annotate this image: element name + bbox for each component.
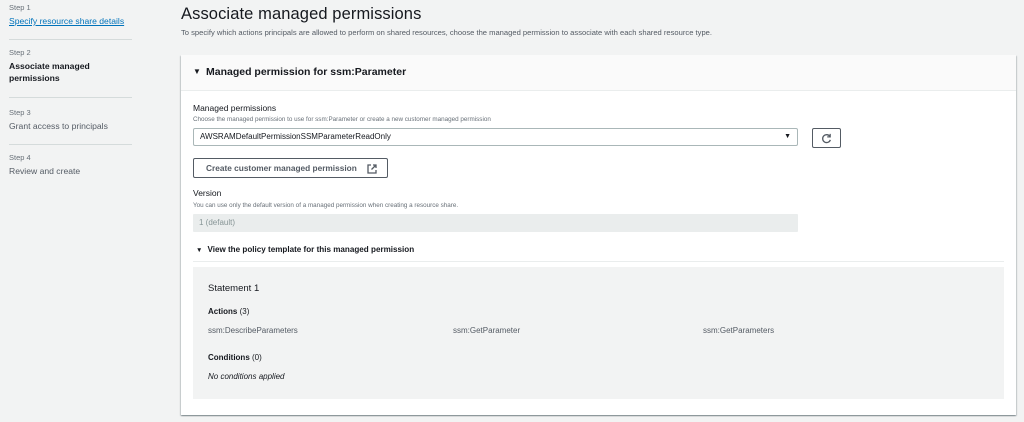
conditions-label: Conditions [208,353,250,362]
step-title-line: Associate managed [9,61,90,71]
page-description: To specify which actions principals are … [181,28,712,37]
step-title: Grant access to principals [9,121,108,131]
action-item: ssm:GetParameter [453,326,521,335]
actions-heading: Actions (3) [208,307,249,316]
caret-down-icon: ▼ [784,133,791,140]
wizard-steps-nav: Step 1 Specify resource share details St… [0,0,160,422]
managed-permission-panel: ▼ Managed permission for ssm:Parameter M… [181,55,1016,415]
step-number: Step 4 [9,153,31,162]
external-link-icon [367,164,377,174]
conditions-count: (0) [252,353,262,362]
version-value: 1 (default) [199,218,236,227]
conditions-empty-text: No conditions applied [208,372,285,381]
divider [193,261,1004,262]
policy-statement: Statement 1 Actions (3) ssm:DescribePara… [193,267,1004,399]
caret-down-icon: ▼ [193,67,201,76]
step-title-line: permissions [9,73,60,83]
managed-permissions-label: Managed permissions [193,103,277,113]
step-link-specify-details[interactable]: Specify resource share details [9,15,132,27]
step-current-title: Associate managed permissions [9,60,132,84]
refresh-button[interactable] [812,128,841,148]
step-number: Step 3 [9,108,31,117]
refresh-icon [822,133,831,143]
create-button-label: Create customer managed permission [206,163,357,173]
step-title: Review and create [9,166,81,176]
selected-permission: AWSRAMDefaultPermissionSSMParameterReadO… [200,132,391,141]
statement-title: Statement 1 [208,283,260,294]
managed-permission-select[interactable]: AWSRAMDefaultPermissionSSMParameterReadO… [193,128,798,146]
wizard-step-4: Step 4 Review and create [9,153,132,177]
panel-header[interactable]: ▼ Managed permission for ssm:Parameter [181,55,1016,91]
create-customer-managed-permission-button[interactable]: Create customer managed permission [193,158,388,178]
wizard-step-3: Step 3 Grant access to principals [9,108,132,132]
policy-toggle-label: View the policy template for this manage… [207,245,415,254]
actions-count: (3) [239,307,250,316]
action-item: ssm:GetParameters [703,326,775,335]
panel-title: Managed permission for ssm:Parameter [206,66,407,78]
wizard-step-1: Step 1 Specify resource share details [9,3,132,27]
page-title: Associate managed permissions [181,5,422,23]
managed-permissions-help: Choose the managed permission to use for… [193,116,491,123]
policy-template-toggle[interactable]: ▼ View the policy template for this manag… [196,245,414,254]
step-number: Step 2 [9,48,31,57]
actions-label: Actions [208,307,238,316]
conditions-heading: Conditions (0) [208,353,262,362]
action-item: ssm:DescribeParameters [208,326,298,335]
step-divider [9,144,132,145]
version-help: You can use only the default version of … [193,202,459,209]
step-number: Step 1 [9,3,31,12]
wizard-step-2: Step 2 Associate managed permissions [9,48,132,84]
version-label: Version [193,188,222,198]
step-divider [9,39,132,40]
version-field: 1 (default) [193,214,798,232]
step-divider [9,97,132,98]
caret-down-icon: ▼ [196,247,203,254]
